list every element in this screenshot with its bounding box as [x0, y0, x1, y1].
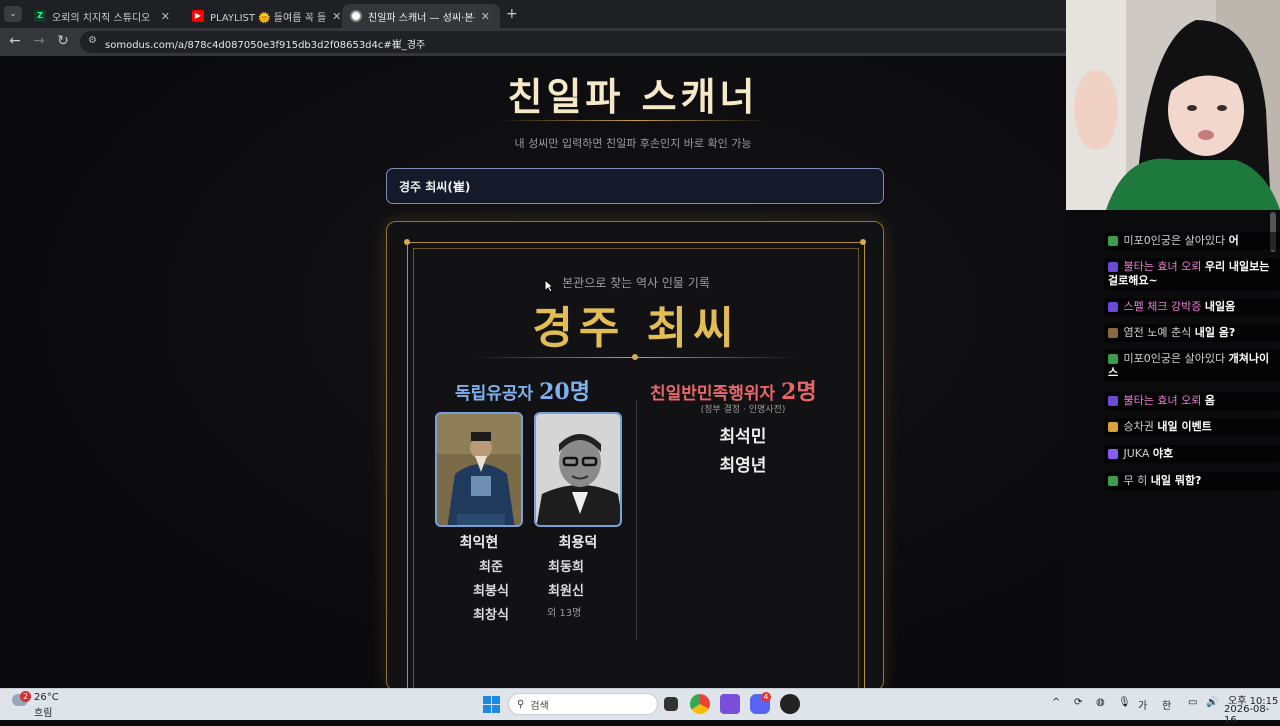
tray-network-icon[interactable]: ◍ [1096, 697, 1105, 708]
tab-playlist[interactable]: ▶ PLAYLIST 🌞 들여름 꼭 들 ✕ [184, 4, 340, 28]
divider-dot [632, 354, 638, 360]
streamer-webcam-icon [1066, 0, 1280, 210]
collaborator-name: 최영년 [719, 456, 767, 476]
result-card: 본관으로 찾는 역사 인물 기록 경주 최씨 독립유공자 20명 최익현 최용덕… [386, 221, 884, 688]
url-text: somodus.com/a/878c4d087050e3f915db3d2f08… [105, 40, 426, 51]
independence-name: 최원신 [548, 584, 584, 599]
ime-language[interactable]: 한 [1162, 697, 1171, 712]
collaborator-label: 친일반민족행위자 [650, 384, 776, 404]
collaborator-name: 최석민 [719, 427, 767, 447]
chat-message: 미포0인궁은 살아있다 개쳐나이스 [1104, 350, 1280, 382]
chat-badge-icon [1108, 422, 1118, 432]
page-subtitle: 내 성씨만 입력하면 친일파 후손인지 바로 확인 가능 [514, 137, 752, 150]
close-icon[interactable]: ✕ [481, 10, 490, 23]
chat-message: 불타는 효녀 오뢰 우리 내일보는걸로해요~ [1104, 258, 1280, 290]
featured-name: 최익현 [459, 535, 499, 551]
chat-badge-icon [1108, 328, 1118, 338]
independence-name: 최창식 [473, 608, 509, 623]
chat-badge-icon [1108, 476, 1118, 486]
frame-corner-dot [404, 239, 410, 245]
independence-label: 독립유공자 [455, 384, 534, 404]
site-info-icon[interactable]: ⚙ [88, 35, 97, 46]
speaker-icon[interactable]: 🔊 [1206, 697, 1218, 708]
chat-message: JUKA 야호 [1104, 445, 1280, 463]
surname-search-input[interactable]: 경주 최씨(崔) [386, 168, 884, 204]
clan-title: 경주 최씨 [532, 303, 740, 354]
chat-badge-icon [1108, 262, 1118, 272]
clock-date[interactable]: 2026-08-16 [1224, 704, 1280, 726]
chat-message: 미포0인궁은 살아있다 어 [1104, 232, 1280, 250]
chat-message: 불타는 효녀 오뢰 옴 [1104, 392, 1280, 410]
column-divider [636, 400, 637, 640]
chat-message: 승차권 내일 이벤트 [1104, 418, 1280, 436]
new-tab-button[interactable]: + [506, 6, 518, 22]
task-view-icon[interactable] [664, 697, 678, 711]
obs-icon[interactable] [780, 694, 800, 714]
independence-heading: 독립유공자 20명 [455, 374, 590, 406]
web-page: 친일파 스캐너 내 성씨만 입력하면 친일파 후손인지 바로 확인 가능 경주 … [0, 56, 1066, 688]
close-icon[interactable]: ✕ [161, 10, 170, 23]
taskbar-search[interactable]: ⚲ 검색 [508, 693, 658, 715]
frame-corner-dot [860, 239, 866, 245]
app-grid-icon[interactable] [720, 694, 740, 714]
forward-arrow-icon[interactable]: → [30, 33, 48, 49]
weather-desc: 흐림 [34, 708, 53, 719]
tab-studio[interactable]: Z 오뢰의 치지직 스튜디오 ✕ [26, 4, 180, 28]
independence-count: 20명 [539, 379, 590, 405]
reload-icon[interactable]: ↻ [54, 33, 72, 49]
chat-badge-icon [1108, 302, 1118, 312]
youtube-favicon-icon: ▶ [192, 10, 204, 22]
portrait-choi-ikhyeon[interactable] [435, 412, 523, 527]
chat-message: 무 히 내일 뭐함? [1104, 472, 1280, 490]
close-icon[interactable]: ✕ [332, 10, 340, 23]
independence-name: 최동희 [548, 560, 584, 575]
painted-portrait-icon [437, 414, 521, 525]
chat-line-partial [1104, 204, 1224, 216]
chat-message: 염전 노예 춘식 내일 옴? [1104, 324, 1280, 342]
portrait-choi-yongdeok[interactable] [534, 412, 622, 527]
tab-scanner[interactable]: 친일파 스캐너 — 성씨·본관으로 ✕ [342, 4, 500, 28]
microphone-icon[interactable]: 🎙 [1118, 697, 1131, 708]
tab-search-button[interactable]: ⌄ [4, 6, 22, 22]
search-icon: ⚲ [517, 698, 525, 710]
ime-mode[interactable]: 가 [1138, 697, 1147, 712]
title-divider [498, 120, 770, 121]
weather-temp: 26°C [34, 692, 59, 703]
chrome-icon[interactable] [690, 694, 710, 714]
chat-badge-icon [1108, 236, 1118, 246]
discord-badge: 4 [761, 692, 771, 702]
featured-name: 최용덕 [558, 535, 598, 551]
back-arrow-icon[interactable]: ← [6, 33, 24, 49]
chat-badge-icon [1108, 449, 1118, 459]
webcam-overlay [1066, 0, 1280, 210]
tab-label: PLAYLIST 🌞 들여름 꼭 들 [210, 12, 327, 24]
card-subtitle: 본관으로 찾는 역사 인물 기록 [562, 276, 710, 290]
globe-favicon-icon [350, 10, 362, 22]
page-title: 친일파 스캐너 [507, 75, 759, 119]
search-placeholder: 검색 [530, 700, 549, 712]
monitor-icon[interactable]: ▭ [1188, 697, 1197, 708]
chat-badge-icon [1108, 354, 1118, 364]
chat-badge-icon [1108, 396, 1118, 406]
tab-label: 친일파 스캐너 — 성씨·본관으로 [368, 12, 475, 24]
chat-message: 스펠 체크 강박증 내일옴 [1104, 298, 1280, 316]
chzzk-favicon-icon: Z [34, 10, 46, 22]
tray-sync-icon[interactable]: ⟳ [1074, 697, 1082, 708]
chevron-up-icon[interactable]: ^ [1052, 697, 1060, 708]
more-count: 외 13명 [547, 608, 582, 619]
collaborator-note: (정부 결정 · 인명사전) [700, 405, 786, 415]
mouse-cursor-icon [544, 279, 554, 293]
windows-start-icon[interactable] [483, 696, 500, 713]
weather-badge: 2 [20, 691, 31, 702]
photo-portrait-icon [536, 414, 620, 525]
tab-label: 오뢰의 치지직 스튜디오 [52, 12, 151, 24]
